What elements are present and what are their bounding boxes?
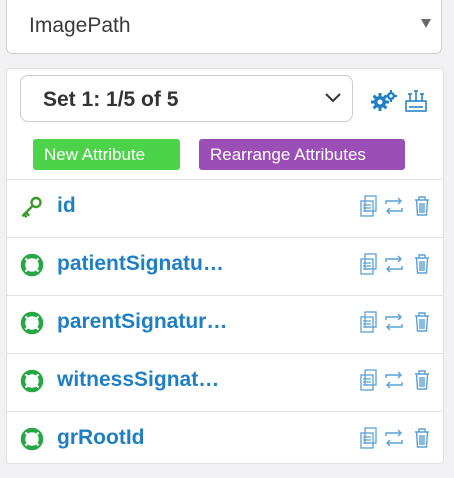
chevron-down-icon[interactable] — [324, 88, 342, 111]
lifebuoy-icon — [20, 311, 44, 335]
attribute-row[interactable]: patientSignatu… — [7, 238, 443, 296]
attribute-name[interactable]: grRootId — [57, 426, 144, 450]
attributes-panel: Set 1: 1/5 of 5 New Attribute Rearrange … — [6, 68, 444, 464]
attribute-name[interactable]: witnessSignat… — [57, 368, 219, 392]
key-icon — [20, 195, 44, 219]
set-select-value: Set 1: 1/5 of 5 — [43, 88, 179, 111]
attribute-row[interactable]: parentSignatur… — [7, 296, 443, 354]
trash-icon[interactable] — [413, 311, 431, 333]
trash-icon[interactable] — [413, 253, 431, 275]
attribute-list: id patientSignatu… parentSignatur… witne… — [7, 179, 443, 469]
swap-icon[interactable] — [383, 311, 405, 333]
form-icon[interactable] — [359, 369, 379, 391]
attribute-name[interactable]: parentSignatur… — [57, 310, 227, 334]
form-icon[interactable] — [359, 253, 379, 275]
lifebuoy-icon — [20, 427, 44, 451]
rearrange-attributes-button[interactable]: Rearrange Attributes — [199, 139, 405, 170]
caret-down-icon[interactable] — [421, 19, 431, 28]
new-attribute-button[interactable]: New Attribute — [33, 139, 180, 170]
swap-icon[interactable] — [383, 427, 405, 449]
lifebuoy-icon — [20, 253, 44, 277]
trash-icon[interactable] — [413, 427, 431, 449]
object-type-select[interactable]: ImagePath — [6, 0, 442, 54]
swap-icon[interactable] — [383, 369, 405, 391]
attribute-name[interactable]: id — [57, 194, 76, 218]
form-icon[interactable] — [359, 427, 379, 449]
attribute-row[interactable]: grRootId — [7, 412, 443, 469]
hierarchy-icon[interactable] — [403, 87, 429, 118]
form-icon[interactable] — [359, 311, 379, 333]
attribute-row[interactable]: witnessSignat… — [7, 354, 443, 412]
form-icon[interactable] — [359, 195, 379, 217]
attribute-row[interactable]: id — [7, 179, 443, 238]
attribute-name[interactable]: patientSignatu… — [57, 252, 224, 276]
gears-icon[interactable] — [371, 89, 397, 116]
swap-icon[interactable] — [383, 253, 405, 275]
swap-icon[interactable] — [383, 195, 405, 217]
lifebuoy-icon — [20, 369, 44, 393]
trash-icon[interactable] — [413, 369, 431, 391]
set-select[interactable]: Set 1: 1/5 of 5 — [20, 75, 353, 122]
trash-icon[interactable] — [413, 195, 431, 217]
object-type-select-value: ImagePath — [29, 14, 131, 37]
